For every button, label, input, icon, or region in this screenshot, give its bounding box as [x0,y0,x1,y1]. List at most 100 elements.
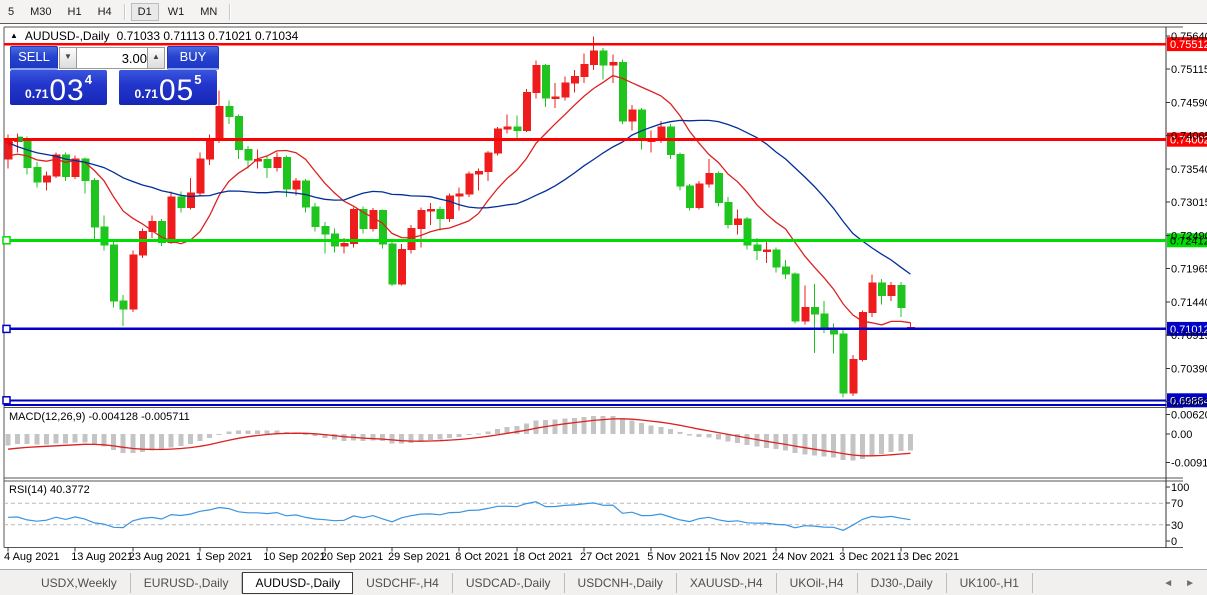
macd-histogram-bar [687,434,693,436]
chart-symbol-label: AUDUSD-,Daily [24,29,110,43]
macd-histogram-bar [130,434,136,454]
candle [628,109,637,122]
hline-handle[interactable] [2,396,11,405]
period-toolbar: 5 M30 H1 H4 D1 W1 MN [0,0,1207,24]
macd-histogram-bar [235,430,241,434]
macd-tick-label: 0.006201 [1171,410,1207,422]
rsi-line [7,501,911,531]
candle [186,192,195,209]
tab-usdcnh-daily[interactable]: USDCNH-,Daily [565,573,677,593]
volume-decrement-button[interactable]: ▼ [59,47,77,69]
rsi-tick-label: 30 [1171,520,1183,532]
candle [657,126,666,141]
tab-scroll-right-icon[interactable]: ► [1185,578,1195,589]
macd-histogram-bar [120,434,126,454]
candle [110,244,119,302]
price-tick-label: 0.74590 [1171,97,1207,109]
tab-dj30-daily[interactable]: DJ30-,Daily [858,573,947,593]
period-h4-button[interactable]: H4 [91,3,119,21]
macd-tick-label: 0.00 [1171,429,1192,441]
date-tick-label: 24 Nov 2021 [772,551,834,563]
candle [206,139,215,160]
tab-scroll-left-icon[interactable]: ◄ [1163,578,1173,589]
candle [350,208,359,245]
collapse-panel-icon[interactable]: ▲ [10,31,18,40]
macd-histogram-bar [399,434,405,444]
macd-histogram-bar [485,431,491,434]
period-m5-button[interactable]: 5 [1,3,21,21]
period-w1-button[interactable]: W1 [161,3,192,21]
macd-histogram-bar [773,434,779,450]
hline-handle[interactable] [2,236,11,245]
macd-histogram-bar [34,434,40,445]
buy-price-button[interactable]: 0.71 05 5 [119,70,217,106]
candle [599,50,608,66]
candle [618,62,627,122]
macd-histogram-bar [667,429,673,434]
period-h1-button[interactable]: H1 [61,3,89,21]
candle [734,218,743,226]
macd-histogram-bar [111,434,117,451]
candle [23,139,32,169]
rsi-tick-label: 100 [1171,482,1189,494]
period-d1-button[interactable]: D1 [130,2,159,21]
date-tick-label: 10 Sep 2021 [263,551,325,563]
macd-histogram-bar [898,434,904,451]
sell-button[interactable]: SELL [10,46,58,70]
candle [311,206,320,228]
price-tick-label: 0.70390 [1171,363,1207,375]
sell-price-prefix: 0.71 [25,87,49,101]
macd-histogram-bar [600,416,606,434]
macd-histogram-bar [370,434,376,441]
date-tick-label: 18 Oct 2021 [513,551,573,563]
date-tick-label: 5 Nov 2021 [647,551,703,563]
mt4-window: 5 M30 H1 H4 D1 W1 MN 0.75512 0.74002 0.724… [0,0,1207,595]
macd-histogram-bar [207,434,213,438]
macd-histogram-bar [495,429,501,434]
macd-histogram-bar [639,423,645,434]
macd-histogram-bar [43,434,49,445]
tab-usdcad-daily[interactable]: USDCAD-,Daily [453,573,565,593]
macd-histogram-bar [24,434,30,445]
tab-uk100-h1[interactable]: UK100-,H1 [947,573,1033,593]
macd-histogram-bar [91,434,97,445]
buy-button[interactable]: BUY [167,46,219,70]
period-m30-button[interactable]: M30 [23,3,58,21]
macd-histogram-bar [427,434,433,441]
date-tick-label: 1 Sep 2021 [196,551,252,563]
candle [436,208,445,219]
candle [148,220,157,233]
candle [782,266,791,275]
volume-input[interactable] [76,47,153,69]
tab-audusd-daily[interactable]: AUDUSD-,Daily [242,572,354,594]
tab-usdchf-h4[interactable]: USDCHF-,H4 [353,573,453,593]
candle [801,307,810,322]
macd-histogram-bar [63,434,69,444]
macd-histogram-bar [303,433,309,435]
tab-scroll-arrows: ◄ ► [1163,578,1195,589]
candle [129,254,138,310]
tab-ukoil-h4[interactable]: UKOil-,H4 [777,573,858,593]
macd-histogram-bar [850,434,856,461]
tab-xauusd-h4[interactable]: XAUUSD-,H4 [677,573,777,593]
macd-histogram-bar [418,434,424,442]
sell-price-button[interactable]: 0.71 03 4 [10,70,107,106]
tab-usdx-weekly[interactable]: USDX,Weekly [28,573,131,593]
candle [340,243,349,247]
macd-histogram-bar [5,434,11,446]
buy-price-pip: 5 [194,72,202,87]
tab-eurusd-daily[interactable]: EURUSD-,Daily [131,573,243,593]
candle [244,148,253,161]
one-click-trading-panel: SELL ▼ ▲ BUY 0.71 03 4 0.71 05 5 [10,44,219,106]
macd-histogram-bar [869,434,875,457]
volume-increment-button[interactable]: ▲ [147,47,165,69]
hline-handle[interactable] [18,136,23,142]
period-mn-button[interactable]: MN [193,3,224,21]
candle [887,284,896,296]
macd-histogram-bar [475,433,481,435]
candle [820,313,829,331]
hline-handle[interactable] [2,324,11,334]
candle [791,273,800,322]
date-tick-label: 3 Dec 2021 [839,551,895,563]
macd-histogram-bar [159,434,165,450]
